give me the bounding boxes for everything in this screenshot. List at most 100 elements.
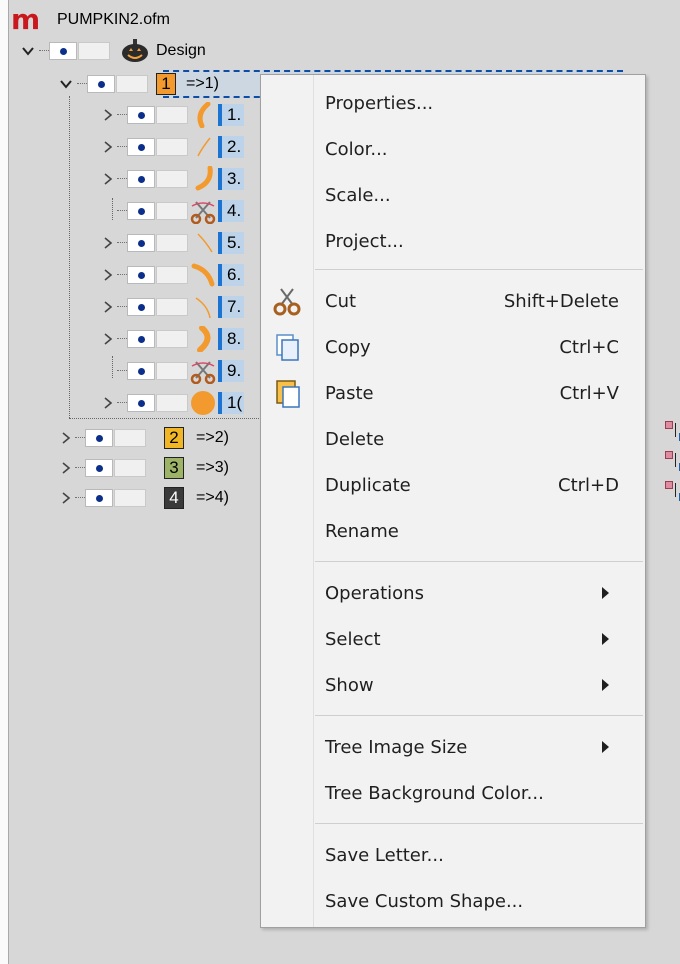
menu-item-label: Project... <box>325 230 404 252</box>
tree-connector <box>117 210 127 212</box>
menu-separator <box>315 823 643 824</box>
menu-item-tree-image-size[interactable]: Tree Image Size <box>325 725 619 769</box>
context-menu[interactable]: Properties... Color... Scale... Project.… <box>260 74 646 928</box>
group-label: =>3) <box>196 459 229 476</box>
visibility-icon[interactable] <box>87 75 115 93</box>
chevron-right-icon[interactable] <box>101 268 115 282</box>
chevron-right-icon[interactable] <box>101 140 115 154</box>
lock-cell[interactable] <box>78 42 110 60</box>
lock-cell[interactable] <box>156 330 188 348</box>
visibility-icon[interactable] <box>127 138 155 156</box>
menu-item-save-custom-shape[interactable]: Save Custom Shape... <box>325 879 619 923</box>
lock-cell[interactable] <box>156 138 188 156</box>
tree-row-child[interactable]: 2. <box>101 134 244 160</box>
visibility-icon[interactable] <box>127 362 155 380</box>
menu-item-label: Show <box>325 674 374 696</box>
visibility-icon[interactable] <box>127 170 155 188</box>
visibility-icon[interactable] <box>127 202 155 220</box>
connection-glyph <box>665 421 680 441</box>
chevron-right-icon[interactable] <box>59 461 73 475</box>
lock-cell[interactable] <box>156 170 188 188</box>
menu-item-delete[interactable]: Delete <box>325 417 619 461</box>
visibility-icon[interactable] <box>127 394 155 412</box>
menu-item-select[interactable]: Select <box>325 617 619 661</box>
menu-item-label: Select <box>325 628 381 650</box>
tree-row-child[interactable]: 1. <box>101 101 244 129</box>
tree-row-group-4[interactable]: 4 =>4) <box>59 485 229 511</box>
lock-cell[interactable] <box>156 266 188 284</box>
menu-item-properties[interactable]: Properties... <box>325 81 619 125</box>
shortcut-label: Ctrl+D <box>558 474 619 496</box>
menu-item-duplicate[interactable]: Duplicate Ctrl+D <box>325 463 619 507</box>
child-label: 1. <box>218 104 244 126</box>
tree-row-child[interactable]: 5. <box>101 230 244 256</box>
chevron-right-icon[interactable] <box>59 431 73 445</box>
menu-item-operations[interactable]: Operations <box>325 571 619 615</box>
shape-arc-icon <box>188 325 218 353</box>
app-logo: m <box>11 3 40 36</box>
tree-row-child[interactable]: 8. <box>101 325 244 353</box>
menu-item-label: Tree Image Size <box>325 736 468 758</box>
tree-connector <box>117 146 127 148</box>
group-number-badge: 1 <box>156 73 176 95</box>
menu-icon-column <box>261 75 314 927</box>
tree-row-child[interactable]: 9. <box>101 358 244 385</box>
menu-item-paste[interactable]: Paste Ctrl+V <box>325 371 619 415</box>
visibility-icon[interactable] <box>85 489 113 507</box>
chevron-right-icon[interactable] <box>101 172 115 186</box>
tree-row-design[interactable]: Design <box>21 38 206 64</box>
tree-row-group-3[interactable]: 3 =>3) <box>59 455 229 481</box>
menu-item-show[interactable]: Show <box>325 663 619 707</box>
group-label: =>1) <box>186 75 219 92</box>
menu-item-project[interactable]: Project... <box>325 219 619 263</box>
chevron-down-icon[interactable] <box>21 44 35 58</box>
lock-cell[interactable] <box>156 394 188 412</box>
tree-row-child[interactable]: 3. <box>101 165 244 192</box>
lock-cell[interactable] <box>114 459 146 477</box>
menu-item-tree-background-color[interactable]: Tree Background Color... <box>325 771 619 815</box>
lock-cell[interactable] <box>114 429 146 447</box>
tree-row-group-1[interactable]: 1 =>1) <box>59 71 219 97</box>
chevron-right-icon[interactable] <box>101 396 115 410</box>
menu-item-label: Copy <box>325 336 371 358</box>
chevron-right-icon[interactable] <box>59 491 73 505</box>
shortcut-label: Shift+Delete <box>503 290 619 312</box>
menu-item-cut[interactable]: Cut Shift+Delete <box>325 279 619 323</box>
submenu-arrow-icon <box>602 633 609 645</box>
lock-cell[interactable] <box>114 489 146 507</box>
menu-item-rename[interactable]: Rename <box>325 509 619 553</box>
tree-row-child[interactable]: 4. <box>101 198 244 225</box>
chevron-right-icon[interactable] <box>101 236 115 250</box>
menu-item-copy[interactable]: Copy Ctrl+C <box>325 325 619 369</box>
visibility-icon[interactable] <box>85 459 113 477</box>
visibility-icon[interactable] <box>127 266 155 284</box>
visibility-icon[interactable] <box>49 42 77 60</box>
chevron-down-icon[interactable] <box>59 77 73 91</box>
visibility-icon[interactable] <box>127 330 155 348</box>
visibility-icon[interactable] <box>127 234 155 252</box>
visibility-icon[interactable] <box>127 298 155 316</box>
lock-cell[interactable] <box>156 298 188 316</box>
shape-arc-icon <box>188 101 218 129</box>
chevron-right-icon[interactable] <box>101 108 115 122</box>
tree-row-child[interactable]: 1( <box>101 390 244 416</box>
menu-item-color[interactable]: Color... <box>325 127 619 171</box>
lock-cell[interactable] <box>156 234 188 252</box>
tree-guide-line <box>69 96 71 418</box>
tree-row-child[interactable]: 6. <box>101 262 244 288</box>
menu-item-scale[interactable]: Scale... <box>325 173 619 217</box>
tree-row-child[interactable]: 7. <box>101 294 244 320</box>
lock-cell[interactable] <box>156 202 188 220</box>
visibility-icon[interactable] <box>85 429 113 447</box>
child-label: 8. <box>218 328 244 350</box>
lock-cell[interactable] <box>116 75 148 93</box>
lock-cell[interactable] <box>156 106 188 124</box>
menu-item-save-letter[interactable]: Save Letter... <box>325 833 619 877</box>
chevron-right-icon[interactable] <box>101 332 115 346</box>
visibility-icon[interactable] <box>127 106 155 124</box>
tree-item-design-label: Design <box>156 42 206 59</box>
tree-row-group-2[interactable]: 2 =>2) <box>59 425 229 451</box>
chevron-right-icon[interactable] <box>101 300 115 314</box>
tree-connector <box>75 467 85 469</box>
lock-cell[interactable] <box>156 362 188 380</box>
